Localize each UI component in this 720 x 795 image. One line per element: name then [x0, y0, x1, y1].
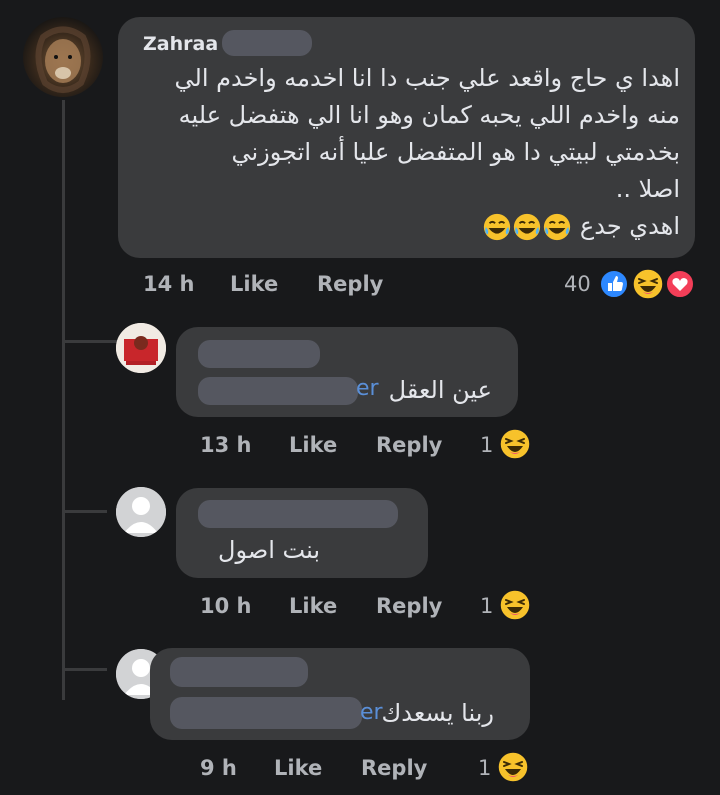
redacted-name: [170, 657, 308, 687]
reply-3-reaction-count[interactable]: 1: [478, 756, 491, 780]
reply-3-meta: 9 h Like Reply: [200, 756, 427, 780]
thread-line-main: [62, 100, 65, 700]
redacted-name: [198, 377, 358, 405]
comment-line-5-text: اهدي جدع: [579, 212, 680, 240]
reply-1-time[interactable]: 13 h: [200, 433, 289, 457]
thread-connector-2: [62, 510, 107, 513]
comment-meta: 14 h Like Reply: [143, 272, 383, 296]
reply-3-like-button[interactable]: Like: [274, 756, 361, 780]
redacted-name: [170, 697, 362, 729]
reply-2-reaction-count[interactable]: 1: [480, 594, 493, 618]
comment-line-5: اهدي جدع: [120, 208, 680, 245]
redacted-name: [198, 500, 398, 528]
laugh-emoji-icon: [512, 212, 542, 242]
avatar-lion[interactable]: [23, 17, 103, 97]
reply-3-text: ربنا يسعدك: [381, 699, 495, 727]
reaction-count[interactable]: 40: [564, 272, 591, 296]
reply-button[interactable]: Reply: [317, 272, 383, 296]
haha-icon: [632, 268, 664, 300]
reply-1-meta: 13 h Like Reply: [200, 433, 442, 457]
reply-3-time[interactable]: 9 h: [200, 756, 274, 780]
love-icon: [665, 269, 695, 299]
reply-2-meta: 10 h Like Reply: [200, 594, 442, 618]
reaction-icons[interactable]: [598, 266, 698, 302]
reply-2-reply-button[interactable]: Reply: [376, 594, 442, 618]
thread-connector-3: [62, 668, 107, 671]
reply-2-time[interactable]: 10 h: [200, 594, 289, 618]
avatar-reply-1[interactable]: [116, 323, 166, 373]
haha-icon[interactable]: [497, 751, 529, 783]
redacted-name: [198, 340, 320, 368]
comment-line-1: اهدا ي حاج واقعد علي جنب دا انا اخدمه وا…: [174, 64, 681, 92]
reply-1-reaction-count[interactable]: 1: [480, 433, 493, 457]
comment-time[interactable]: 14 h: [143, 272, 230, 296]
reply-1-text: عين العقل: [388, 376, 492, 404]
default-avatar-icon: [116, 487, 166, 537]
profile-picture-icon: [116, 323, 166, 373]
avatar-reply-2[interactable]: [116, 487, 166, 537]
comment-line-2: منه واخدم اللي يحبه كمان وهو انا الي هتف…: [178, 101, 680, 129]
reply-1-reply-button[interactable]: Reply: [376, 433, 442, 457]
reply-2-text: بنت اصول: [218, 536, 320, 564]
lion-icon: [35, 26, 91, 93]
laugh-emoji-icon: [542, 212, 572, 242]
like-button[interactable]: Like: [230, 272, 317, 296]
thread-connector-1: [62, 340, 117, 343]
comment-line-3: بخدمتي لبيتي دا هو المتفضل عليا أنه اتجو…: [231, 138, 681, 166]
like-icon: [599, 269, 629, 299]
reply-2-like-button[interactable]: Like: [289, 594, 376, 618]
reply-3-reply-button[interactable]: Reply: [361, 756, 427, 780]
comment-author[interactable]: Zahraa: [143, 33, 218, 55]
laugh-emojis: [482, 212, 572, 240]
haha-icon[interactable]: [499, 428, 531, 460]
redacted-name: [222, 30, 312, 56]
haha-icon[interactable]: [499, 589, 531, 621]
reply-1-like-button[interactable]: Like: [289, 433, 376, 457]
comment-line-4: اصلا ..: [615, 175, 680, 203]
laugh-emoji-icon: [482, 212, 512, 242]
